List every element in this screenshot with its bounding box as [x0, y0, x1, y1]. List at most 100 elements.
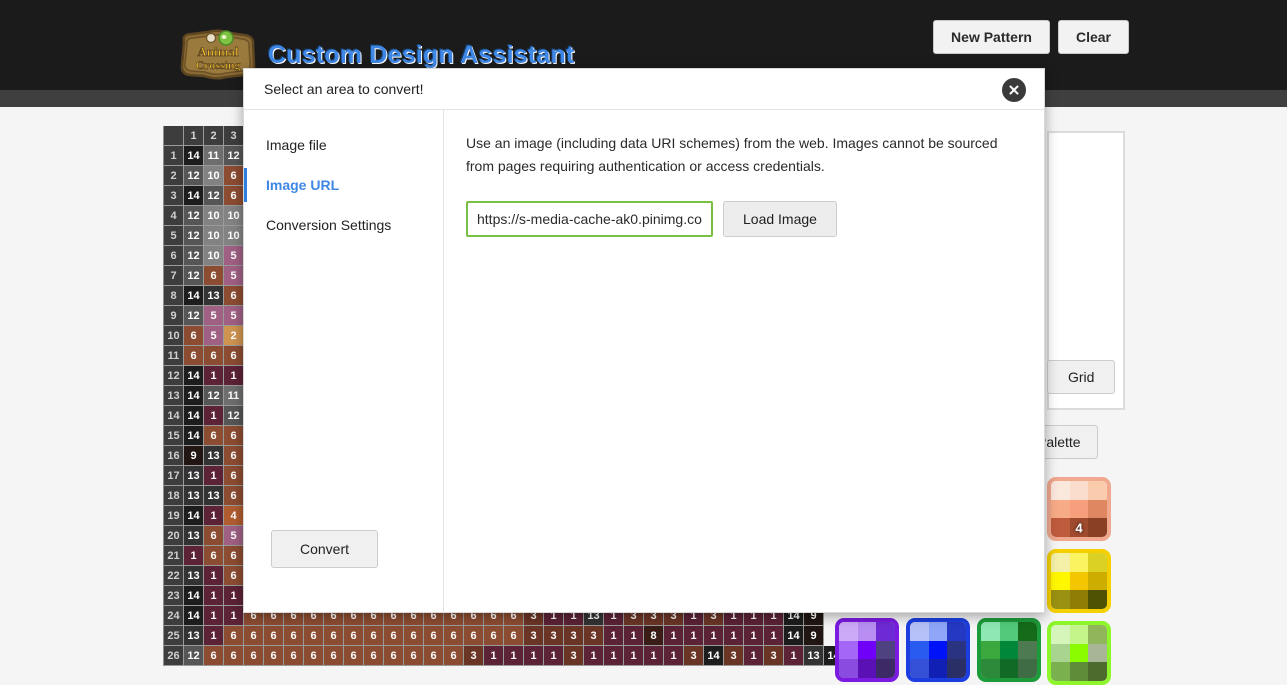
swatch-cell[interactable] — [1018, 640, 1037, 660]
grid-cell[interactable]: 3 — [564, 626, 584, 646]
grid-cell[interactable]: 6 — [264, 646, 284, 666]
grid-cell[interactable]: 5 — [204, 306, 224, 326]
grid-cell[interactable]: 6 — [184, 326, 204, 346]
grid-cell[interactable]: 10 — [224, 226, 244, 246]
grid-cell[interactable]: 6 — [304, 646, 324, 666]
grid-cell[interactable]: 13 — [184, 626, 204, 646]
grid-cell[interactable]: 6 — [224, 426, 244, 446]
grid-cell[interactable]: 5 — [224, 266, 244, 286]
grid-cell[interactable]: 10 — [204, 226, 224, 246]
grid-cell[interactable]: 1 — [724, 626, 744, 646]
grid-cell[interactable]: 6 — [504, 626, 524, 646]
grid-cell[interactable]: 1 — [184, 546, 204, 566]
grid-cell[interactable]: 6 — [424, 626, 444, 646]
swatch-cell[interactable] — [1051, 518, 1070, 537]
grid-cell[interactable]: 12 — [204, 386, 224, 406]
grid-cell[interactable]: 1 — [204, 406, 224, 426]
swatch-cell[interactable] — [1088, 590, 1107, 609]
grid-cell[interactable]: 1 — [484, 646, 504, 666]
grid-cell[interactable]: 13 — [204, 486, 224, 506]
grid-cell[interactable]: 14 — [184, 606, 204, 626]
grid-cell[interactable]: 1 — [664, 646, 684, 666]
swatch-cell[interactable] — [999, 640, 1019, 660]
grid-cell[interactable]: 6 — [404, 626, 424, 646]
swatch-cell[interactable] — [910, 640, 929, 660]
grid-cell[interactable]: 1 — [624, 646, 644, 666]
grid-cell[interactable]: 14 — [184, 406, 204, 426]
grid-cell[interactable]: 6 — [184, 346, 204, 366]
grid-cell[interactable]: 14 — [184, 286, 204, 306]
grid-cell[interactable]: 1 — [644, 646, 664, 666]
grid-cell[interactable]: 12 — [184, 646, 204, 666]
swatch-cell[interactable] — [947, 622, 966, 641]
swatch-cell[interactable] — [1051, 571, 1070, 591]
swatch-cell[interactable] — [876, 640, 895, 660]
grid-cell[interactable]: 1 — [524, 646, 544, 666]
grid-cell[interactable]: 14 — [704, 646, 724, 666]
swatch-cell[interactable] — [981, 640, 1000, 660]
swatch-cell[interactable] — [1018, 659, 1037, 678]
grid-cell[interactable]: 13 — [204, 286, 224, 306]
swatch-cell[interactable] — [1051, 590, 1070, 609]
swatch-cell[interactable] — [1088, 571, 1107, 591]
grid-cell[interactable]: 6 — [204, 346, 224, 366]
grid-cell[interactable]: 6 — [224, 486, 244, 506]
grid-cell[interactable]: 13 — [804, 646, 824, 666]
swatch-cell[interactable] — [910, 659, 929, 678]
grid-cell[interactable]: 1 — [684, 626, 704, 646]
grid-cell[interactable]: 2 — [224, 326, 244, 346]
grid-toggle-button[interactable]: Grid — [1047, 360, 1116, 394]
grid-cell[interactable]: 13 — [204, 446, 224, 466]
grid-cell[interactable]: 3 — [584, 626, 604, 646]
grid-cell[interactable]: 1 — [204, 466, 224, 486]
grid-cell[interactable]: 1 — [704, 626, 724, 646]
grid-cell[interactable]: 6 — [204, 266, 224, 286]
swatch-cell[interactable] — [1088, 625, 1107, 644]
grid-cell[interactable]: 1 — [224, 586, 244, 606]
swatch-cell[interactable] — [928, 640, 948, 660]
swatch-cell[interactable] — [1069, 590, 1089, 609]
grid-cell[interactable]: 11 — [204, 146, 224, 166]
grid-cell[interactable]: 6 — [444, 626, 464, 646]
grid-cell[interactable]: 6 — [224, 626, 244, 646]
palette-swatch-purple[interactable] — [835, 618, 899, 682]
grid-cell[interactable]: 10 — [224, 206, 244, 226]
grid-cell[interactable]: 12 — [224, 146, 244, 166]
swatch-cell[interactable] — [1051, 662, 1070, 681]
grid-cell[interactable]: 1 — [224, 366, 244, 386]
grid-cell[interactable]: 6 — [224, 286, 244, 306]
grid-cell[interactable]: 6 — [224, 466, 244, 486]
grid-cell[interactable]: 1 — [744, 646, 764, 666]
grid-cell[interactable]: 14 — [784, 626, 804, 646]
grid-cell[interactable]: 1 — [204, 366, 224, 386]
grid-cell[interactable]: 14 — [184, 186, 204, 206]
grid-cell[interactable]: 6 — [444, 646, 464, 666]
grid-cell[interactable]: 1 — [744, 626, 764, 646]
grid-cell[interactable]: 3 — [764, 646, 784, 666]
grid-cell[interactable]: 6 — [464, 626, 484, 646]
grid-cell[interactable]: 1 — [604, 646, 624, 666]
swatch-cell[interactable] — [857, 659, 877, 678]
tab-image-file[interactable]: Image file — [244, 128, 443, 162]
grid-cell[interactable]: 1 — [624, 626, 644, 646]
swatch-cell[interactable] — [1069, 643, 1089, 663]
grid-cell[interactable]: 13 — [184, 526, 204, 546]
clear-button[interactable]: Clear — [1057, 20, 1129, 54]
grid-cell[interactable]: 11 — [224, 386, 244, 406]
new-pattern-button[interactable]: New Pattern — [933, 20, 1050, 54]
grid-cell[interactable]: 6 — [324, 626, 344, 646]
grid-cell[interactable]: 6 — [424, 646, 444, 666]
swatch-cell[interactable] — [1051, 625, 1070, 644]
grid-cell[interactable]: 14 — [184, 506, 204, 526]
grid-cell[interactable]: 6 — [404, 646, 424, 666]
grid-cell[interactable]: 6 — [324, 646, 344, 666]
grid-cell[interactable]: 1 — [584, 646, 604, 666]
grid-cell[interactable]: 6 — [364, 646, 384, 666]
grid-cell[interactable]: 14 — [184, 146, 204, 166]
swatch-cell[interactable] — [857, 640, 877, 660]
palette-swatch-yellow[interactable] — [1047, 549, 1111, 613]
grid-cell[interactable]: 1 — [204, 506, 224, 526]
grid-cell[interactable]: 5 — [224, 306, 244, 326]
grid-cell[interactable]: 3 — [464, 646, 484, 666]
grid-cell[interactable]: 1 — [204, 566, 224, 586]
